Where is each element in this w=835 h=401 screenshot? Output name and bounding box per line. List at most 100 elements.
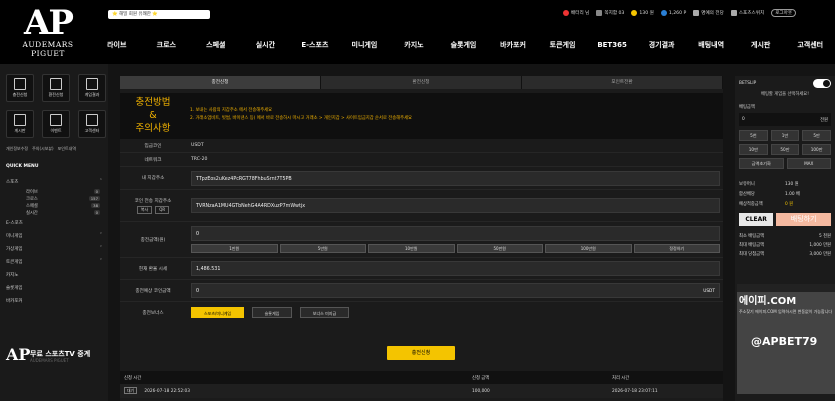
switch-icon — [730, 10, 737, 16]
notice-link[interactable]: 주의(시보뷰) — [32, 146, 54, 152]
bet-max-button[interactable]: MAX — [786, 158, 831, 169]
submenu-item-realtime[interactable]: 실시간 0 — [26, 209, 102, 216]
sports-switch-link[interactable]: 스포츠스위치 — [730, 10, 765, 16]
amount-reset-button[interactable]: 정정하기 — [633, 244, 720, 253]
tab-point-exchange[interactable]: 포인트전환 — [522, 76, 723, 89]
tab-deposit[interactable]: 충전신청 — [120, 76, 321, 89]
coin-amount-row: 충전예상 코인금액 0 USDT — [120, 280, 723, 302]
logout-button[interactable]: 로그아웃 — [771, 9, 797, 17]
deposit-instructions: 충전방법 & 주의사항 1. 보내는 사람의 지갑주소 에서 전송해주세요 2.… — [120, 93, 723, 139]
bet-amount-input[interactable]: 0 전원 — [739, 113, 831, 126]
event-quick-button[interactable]: 이벤트 — [42, 110, 70, 138]
quick-buttons: 충전신청 환전신청 게임결과 게시판 이벤트 고객센터 — [0, 64, 108, 138]
sidebar-item-minigame[interactable]: 미니게임 ˅ — [6, 229, 102, 242]
place-bet-button[interactable]: 배팅하기 — [776, 213, 831, 226]
qr-button[interactable]: QR — [155, 205, 170, 214]
user-name: 배터리 님 — [571, 11, 590, 16]
amount-buttons: 1만원 5만원 10만원 50만원 100만원 정정하기 — [191, 244, 720, 253]
amount-100k-button[interactable]: 10만원 — [368, 244, 455, 253]
sidebar-item-sports[interactable]: 스포츠 ˄ — [6, 175, 102, 188]
promo-banner[interactable]: 에이피.COM 주소찾기 에이피.COM 입력하시면 변동없이 가능합니다 @A… — [737, 284, 835, 394]
expected-win-label: 예상적중금액 — [739, 202, 763, 207]
chip-1m-button[interactable]: 100만 — [802, 144, 831, 155]
history-processed: 2026-07-18 23:07:11 — [612, 388, 658, 394]
chip-5k-button[interactable]: 5천 — [739, 130, 768, 141]
withdraw-quick-button[interactable]: 환전신청 — [42, 74, 70, 102]
amount-50k-button[interactable]: 5만원 — [279, 244, 366, 253]
nav-item[interactable]: BET365 — [587, 41, 637, 49]
sidebar-item-slot[interactable]: 슬롯게임 — [6, 281, 102, 294]
bet-reset-button[interactable]: 금액초기화 — [739, 158, 784, 169]
history-amount: 100,000 — [472, 388, 490, 394]
nav-item[interactable]: 경기결과 — [637, 40, 687, 50]
nav-item[interactable]: 고객센터 — [785, 40, 835, 50]
copy-button[interactable]: 복사 — [136, 205, 153, 214]
blue-points-value: 1,260 P — [668, 10, 687, 16]
chip-10k-button[interactable]: 1만 — [770, 130, 800, 141]
logo-mark: AP — [24, 3, 74, 43]
clear-button[interactable]: CLEAR — [739, 213, 774, 226]
bet-full-button[interactable]: 전원 — [820, 117, 828, 123]
hall-of-fame-link[interactable]: 명예의 전당 — [693, 10, 724, 16]
notice-banner[interactable]: ⭐ 해밀 회원 유쾌한 ⭐ — [108, 10, 210, 19]
sports-switch-label: 스포츠스위치 — [738, 11, 765, 16]
chip-500k-button[interactable]: 50만 — [770, 144, 800, 155]
amount-1m-button[interactable]: 100만원 — [545, 244, 632, 253]
nav-item[interactable]: 라이브 — [92, 40, 142, 50]
amount-input[interactable]: 0 — [191, 226, 720, 241]
nav-item[interactable]: E-스포츠 — [290, 40, 340, 50]
sidebar-item-poker[interactable]: 바카포커 — [6, 294, 102, 307]
deposit-submit-button[interactable]: 충전신청 — [387, 346, 455, 360]
gift-icon — [50, 114, 62, 126]
sidebar-item-token[interactable]: 토큰게임 ˅ — [6, 255, 102, 268]
my-wallet-label: 내 지갑주소 — [141, 176, 165, 181]
board-quick-button[interactable]: 게시판 — [6, 110, 34, 138]
amount-500k-button[interactable]: 50만원 — [456, 244, 543, 253]
messages-item[interactable]: 쪽지함 03 — [596, 10, 624, 16]
bonus-none-button[interactable]: 보너스 미지급 — [299, 307, 350, 318]
coin-amount-number: 0 — [196, 289, 200, 294]
sidebar-item-virtual[interactable]: 가상게임 ˅ — [6, 242, 102, 255]
history-col-processed: 처리 시간 — [612, 375, 630, 381]
user-name-item[interactable]: 배터리 님 — [563, 10, 589, 16]
limit-label: 최소 배팅금액 — [739, 233, 765, 239]
nav-item[interactable]: 배팅내역 — [686, 40, 736, 50]
nav-item[interactable]: 스페셜 — [191, 40, 241, 50]
instructions-title: 충전방법 & 주의사항 — [120, 93, 186, 139]
sidebar-item-casino[interactable]: 카지노 — [6, 268, 102, 281]
bet-amount-label-row: 배팅금액 — [735, 101, 835, 113]
mail-icon — [596, 10, 603, 16]
submenu-item-special[interactable]: 스페셜 38 — [26, 202, 102, 209]
betslip-toggle[interactable] — [813, 78, 831, 88]
nav-item[interactable]: 바카포커 — [488, 40, 538, 50]
support-quick-button[interactable]: 고객센터 — [78, 110, 106, 138]
sports-tv-banner[interactable]: AP 무료 스포츠TV 중계 AUDEMARS PIGUET — [6, 345, 106, 395]
results-quick-button[interactable]: 게임결과 — [78, 74, 106, 102]
deposit-quick-button[interactable]: 충전신청 — [6, 74, 34, 102]
profile-link[interactable]: 개인정보수정 — [6, 146, 28, 152]
logo[interactable]: AP AUDEMARS PIGUET — [6, 3, 90, 58]
submenu-item-live[interactable]: 라이브 0 — [26, 188, 102, 195]
chip-50k-button[interactable]: 5만 — [802, 130, 831, 141]
nav-item[interactable]: 실시간 — [241, 40, 291, 50]
chip-100k-button[interactable]: 10만 — [739, 144, 768, 155]
nav-item[interactable]: 크로스 — [142, 40, 192, 50]
rate-row: 합산배당 1.00 배 — [735, 189, 835, 199]
sidebar-item-esports[interactable]: E-스포츠 — [6, 216, 102, 229]
tab-withdraw[interactable]: 환전신청 — [321, 76, 522, 89]
bonus-slot-button[interactable]: 슬롯게임 — [251, 307, 293, 318]
nav-item[interactable]: 슬롯게임 — [439, 40, 489, 50]
deposit-wallet-input[interactable]: TVRNzaA1MU4GTbNehG4A4RDXuzP7mWwtjx — [191, 198, 720, 213]
sidebar-item-label: 카지노 — [6, 272, 19, 278]
my-wallet-input[interactable]: TTpzEos2uKez4PcRGT78FhbuSrnt7T5PB — [191, 170, 720, 186]
nav-item[interactable]: 카지노 — [389, 40, 439, 50]
point-history-link[interactable]: 포인트내역 — [58, 146, 76, 152]
nav-item[interactable]: 토큰게임 — [538, 40, 588, 50]
submenu-item-cross[interactable]: 크로스 157 — [26, 195, 102, 202]
nav-item[interactable]: 게시판 — [736, 40, 786, 50]
results-quick-label: 게임결과 — [84, 92, 100, 97]
footer-subtitle: AUDEMARS PIGUET — [30, 358, 69, 363]
nav-item[interactable]: 미니게임 — [340, 40, 390, 50]
amount-10k-button[interactable]: 1만원 — [191, 244, 278, 253]
bonus-sports-button[interactable]: 스포츠/미니게임 — [191, 307, 245, 318]
